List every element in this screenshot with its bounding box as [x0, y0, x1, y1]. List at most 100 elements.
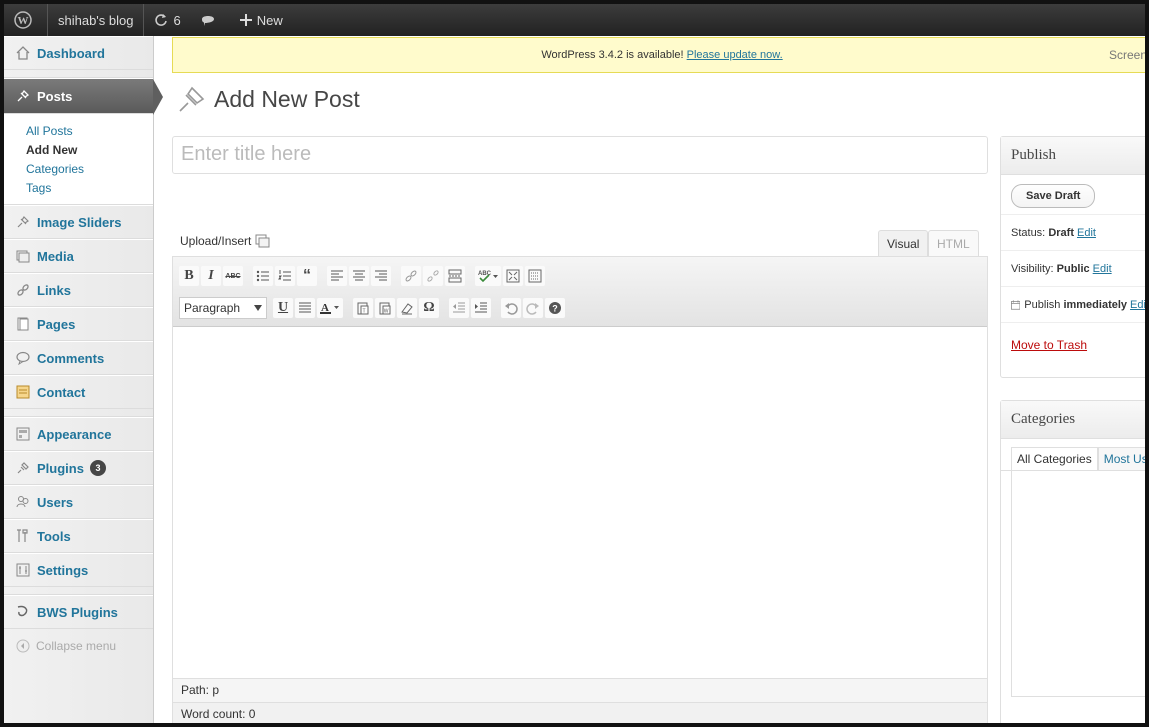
submenu-categories[interactable]: Categories: [4, 160, 153, 179]
tools-icon: [14, 527, 32, 545]
tab-visual[interactable]: Visual: [878, 230, 929, 256]
align-right-icon[interactable]: [371, 266, 391, 286]
status-value: Draft: [1048, 226, 1074, 239]
calendar-icon: [1011, 299, 1021, 310]
site-name-link[interactable]: shihab's blog: [48, 4, 145, 36]
publish-value: immediately: [1063, 298, 1128, 311]
svg-text:?: ?: [552, 304, 558, 314]
fullscreen-icon[interactable]: [503, 266, 523, 286]
edit-status-link[interactable]: Edit: [1077, 227, 1096, 239]
align-center-icon[interactable]: [349, 266, 369, 286]
screen-options-button[interactable]: Screen: [1102, 38, 1145, 72]
bold-button[interactable]: B: [179, 266, 199, 286]
menu-plugins[interactable]: Plugins 3: [4, 451, 153, 485]
menu-dashboard[interactable]: Dashboard: [4, 36, 153, 70]
updates-button[interactable]: 6: [144, 4, 190, 36]
publish-box: Publish Save Draft Status: Draft Edit Vi…: [1000, 136, 1145, 378]
menu-posts-label: Posts: [37, 88, 73, 104]
bullet-list-icon[interactable]: [253, 266, 273, 286]
indent-icon[interactable]: [471, 298, 491, 318]
menu-posts[interactable]: Posts: [4, 78, 163, 115]
kitchen-sink-icon[interactable]: [525, 266, 545, 286]
edit-visibility-link[interactable]: Edit: [1093, 263, 1112, 275]
menu-settings[interactable]: Settings: [4, 553, 153, 587]
toolbar-row-1: B I ABC “ ABC: [179, 262, 987, 290]
blockquote-button[interactable]: “: [297, 266, 317, 286]
update-notice-text: WordPress 3.4.2 is available!: [541, 49, 684, 61]
redo-icon[interactable]: [523, 298, 543, 318]
tab-most-used[interactable]: Most Used: [1097, 447, 1145, 470]
menu-links[interactable]: Links: [4, 273, 153, 307]
pages-icon: [14, 315, 32, 333]
editor-path: Path: p: [173, 678, 987, 702]
svg-text:W: W: [18, 15, 29, 27]
updates-count: 6: [173, 12, 181, 28]
numbered-list-icon[interactable]: [275, 266, 295, 286]
bws-logo-icon: [14, 603, 32, 621]
submenu-add-new[interactable]: Add New: [4, 141, 153, 160]
media-icon: [14, 247, 32, 265]
update-notice: WordPress 3.4.2 is available! Please upd…: [172, 37, 1145, 73]
refresh-icon: [155, 14, 168, 26]
tab-all-categories[interactable]: All Categories: [1011, 447, 1098, 470]
new-content-button[interactable]: New: [230, 4, 293, 36]
upload-insert-button[interactable]: Upload/Insert: [180, 234, 271, 248]
undo-icon[interactable]: [501, 298, 521, 318]
comment-bubble-icon: [201, 16, 214, 26]
edit-publish-date-link[interactable]: Edit: [1130, 299, 1145, 311]
text-color-icon[interactable]: A: [317, 298, 343, 318]
wp-logo-button[interactable]: W: [4, 4, 48, 36]
clear-formatting-icon[interactable]: [397, 298, 417, 318]
menu-bws-plugins[interactable]: BWS Plugins: [4, 595, 153, 629]
outdent-icon[interactable]: [449, 298, 469, 318]
save-draft-button[interactable]: Save Draft: [1011, 183, 1096, 208]
category-checklist[interactable]: [1011, 471, 1145, 697]
italic-button[interactable]: I: [201, 266, 221, 286]
post-title-input[interactable]: Enter title here: [172, 136, 988, 174]
menu-contact[interactable]: Contact: [4, 375, 153, 409]
menu-image-sliders-label: Image Sliders: [37, 214, 122, 230]
submenu-tags[interactable]: Tags: [4, 179, 153, 198]
help-icon[interactable]: ?: [545, 298, 565, 318]
format-select[interactable]: Paragraph: [179, 297, 267, 319]
svg-text:W: W: [384, 309, 389, 315]
align-left-icon[interactable]: [327, 266, 347, 286]
unlink-icon[interactable]: [423, 266, 443, 286]
site-name-label: shihab's blog: [58, 12, 134, 28]
collapse-menu-button[interactable]: Collapse menu: [4, 629, 153, 663]
menu-appearance[interactable]: Appearance: [4, 417, 153, 451]
strikethrough-button[interactable]: ABC: [223, 266, 243, 286]
visibility-row: Visibility: Public Edit: [1001, 251, 1145, 287]
move-to-trash-link[interactable]: Move to Trash: [1011, 338, 1087, 352]
publish-label: Publish: [1024, 298, 1061, 311]
insert-more-tag-icon[interactable]: [445, 266, 465, 286]
paste-text-icon[interactable]: T: [353, 298, 373, 318]
special-character-button[interactable]: Ω: [419, 298, 439, 318]
paste-word-icon[interactable]: W: [375, 298, 395, 318]
menu-media[interactable]: Media: [4, 239, 153, 273]
insert-link-icon[interactable]: [401, 266, 421, 286]
menu-tools[interactable]: Tools: [4, 519, 153, 553]
menu-users[interactable]: Users: [4, 485, 153, 519]
menu-users-label: Users: [37, 494, 74, 510]
justify-icon[interactable]: [295, 298, 315, 318]
comments-button[interactable]: [191, 4, 230, 36]
spellcheck-icon[interactable]: ABC: [475, 266, 501, 286]
posts-submenu: All Posts Add New Categories Tags: [4, 114, 153, 205]
tab-html[interactable]: HTML: [928, 230, 979, 256]
underline-button[interactable]: U: [273, 298, 293, 318]
post-title-placeholder: Enter title here: [181, 143, 312, 165]
menu-pages[interactable]: Pages: [4, 307, 153, 341]
menu-comments[interactable]: Comments: [4, 341, 153, 375]
settings-icon: [14, 561, 32, 579]
menu-settings-label: Settings: [37, 562, 89, 578]
menu-bws-plugins-label: BWS Plugins: [37, 604, 118, 620]
menu-image-sliders[interactable]: Image Sliders: [4, 205, 153, 239]
link-icon: [14, 281, 32, 299]
trash-row: Move to Trash: [1001, 323, 1145, 367]
editor-toolbar: B I ABC “ ABC Paragraph U A T W Ω ?: [173, 257, 987, 327]
submenu-all-posts[interactable]: All Posts: [4, 122, 153, 141]
editor-content-area[interactable]: [173, 327, 987, 677]
update-now-link[interactable]: Please update now.: [687, 49, 783, 61]
new-label: New: [256, 12, 283, 28]
